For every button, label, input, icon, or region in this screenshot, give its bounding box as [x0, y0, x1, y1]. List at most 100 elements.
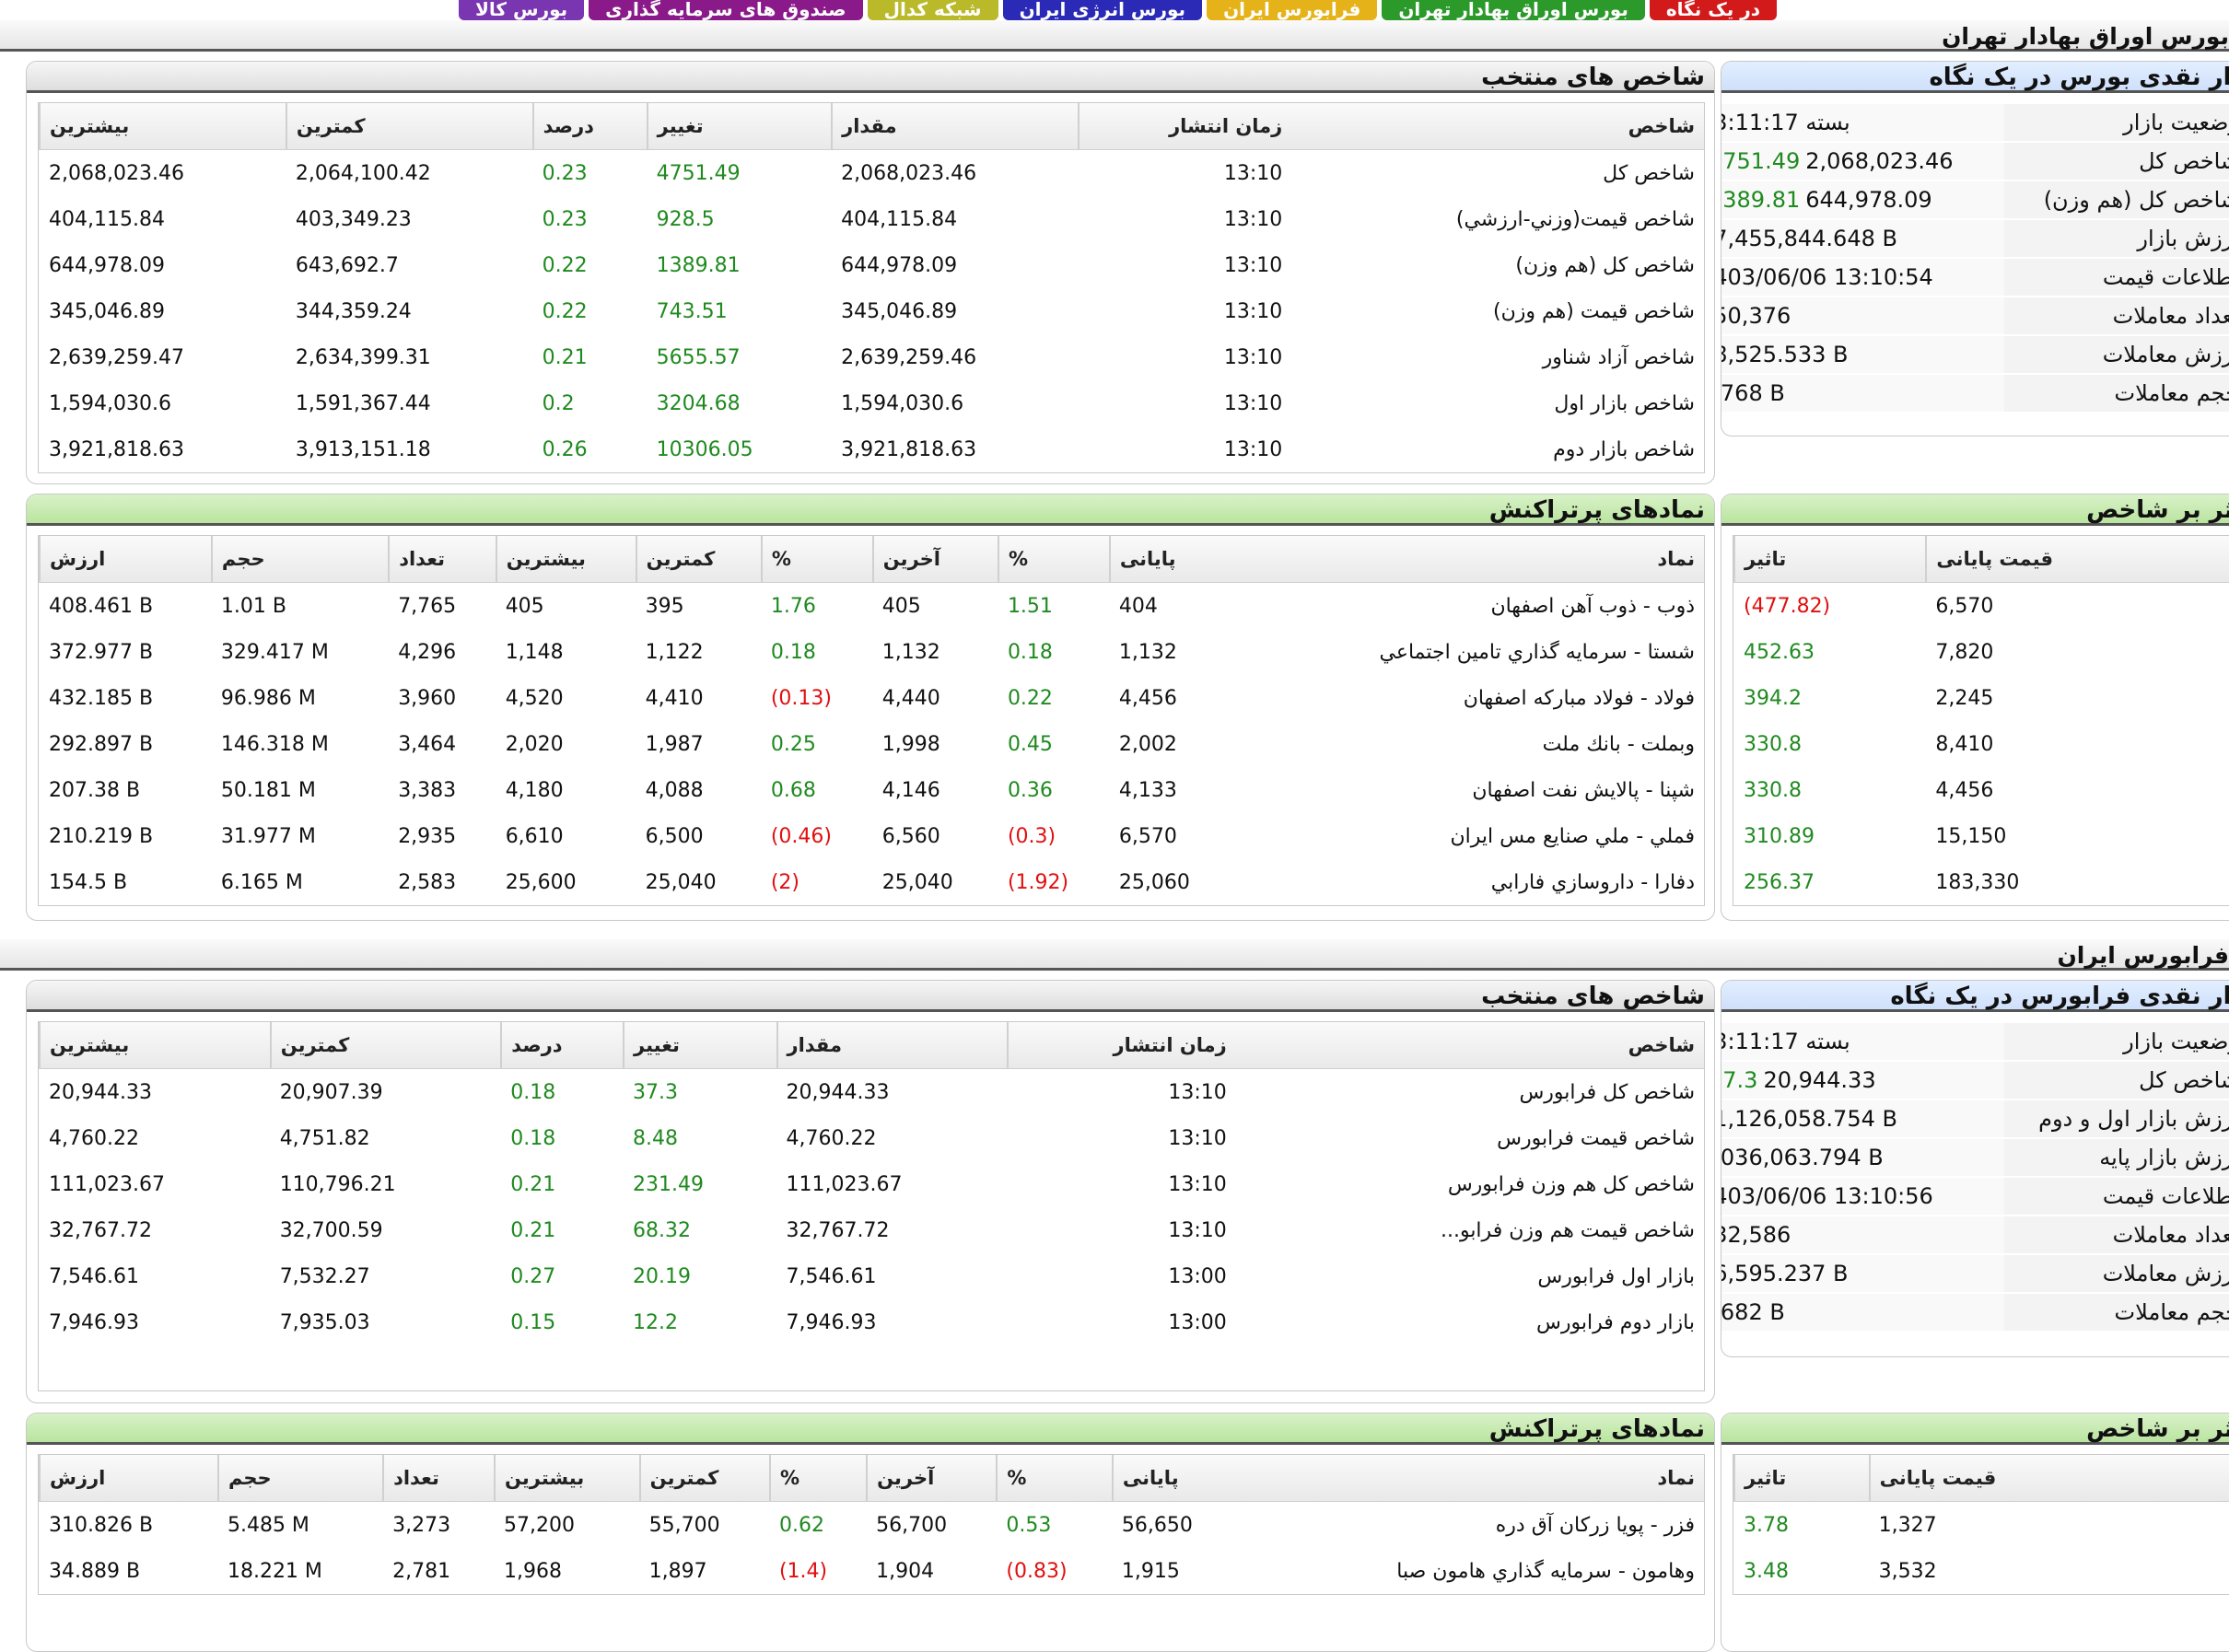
glance-change: 4751.49	[1721, 148, 1801, 174]
table-cell[interactable]: وصیکو	[2175, 721, 2229, 767]
table-cell[interactable]: وبملت - بانك ملت	[1235, 721, 1704, 767]
col-header[interactable]: آخرین	[871, 536, 998, 583]
ifb-indices-title: شاخص های منتخب	[1481, 983, 1705, 1010]
table-cell[interactable]: وبندر	[2175, 629, 2229, 675]
ifb-indices-panel: شاخص های منتخب شاخص زمان انتشار مقدار تغییر…	[26, 980, 1715, 1403]
col-header[interactable]: کمترین	[285, 103, 533, 150]
col-header[interactable]: بیشترین	[493, 1455, 640, 1502]
table-cell[interactable]: ذوب - ذوب آهن اصفهان	[1235, 583, 1704, 630]
tab-0[interactable]: در یک نگاه	[1649, 0, 1777, 20]
col-header[interactable]: پایانی	[1108, 536, 1236, 583]
tab-5[interactable]: صندوق های سرمایه گذاری	[589, 0, 863, 20]
col-header[interactable]: بیشترین	[39, 103, 286, 150]
glance-value: 48,525.533 B	[1721, 336, 2004, 373]
col-header[interactable]: تعداد	[382, 1455, 495, 1502]
table-cell: 2,639,259.46	[841, 345, 977, 369]
col-header[interactable]: %	[768, 1455, 868, 1502]
table-cell[interactable]: شاخص كل فرابورس	[1236, 1069, 1704, 1116]
table-cell[interactable]: وصبا	[2158, 1548, 2229, 1594]
table-cell: 32,767.72	[786, 1218, 890, 1242]
tab-3[interactable]: بورس انرژی ایران	[1002, 0, 1203, 20]
col-header[interactable]: ارزش	[39, 1455, 218, 1502]
col-header[interactable]: قیمت پایانی	[1868, 1455, 2159, 1502]
glance-value: 4751.492,068,023.46	[1721, 143, 2004, 180]
col-header[interactable]: مقدار	[776, 1022, 1009, 1069]
col-header[interactable]: تغییر	[646, 103, 833, 150]
col-header[interactable]: بیشترین	[39, 1022, 271, 1069]
table-cell[interactable]: پاري	[2175, 859, 2229, 905]
table-cell[interactable]: شاخص قیمت فرابورس	[1236, 1115, 1704, 1161]
table-cell[interactable]: فملي	[2175, 583, 2229, 630]
table-cell: 1,998	[881, 732, 940, 756]
glance-label: اطلاعات قیمت	[2003, 1178, 2229, 1215]
col-header[interactable]: قیمت پایانی	[1925, 536, 2175, 583]
glance-value: 132,586	[1721, 1216, 2004, 1253]
glance-row: حجم معاملات 7.768 B	[1721, 375, 2229, 412]
table-cell[interactable]: شاخص قیمت هم وزن فرابو...	[1236, 1207, 1704, 1253]
col-header[interactable]: شاخص	[1235, 1022, 1704, 1069]
col-header[interactable]: کمترین	[269, 1022, 502, 1069]
table-cell[interactable]: شاخص آزاد شناور	[1291, 334, 1704, 380]
table-cell[interactable]: وهامون - سرمايه گذاري هامون صبا	[1243, 1548, 1704, 1594]
table-cell[interactable]: شپنا - پالايش نفت اصفهان	[1235, 767, 1704, 813]
table-cell[interactable]: فولاد - فولاد مباركه اصفهان	[1235, 675, 1704, 721]
table-cell[interactable]: شاخص قيمت(وزني-ارزشي)	[1291, 196, 1704, 242]
col-header[interactable]: نماد	[2174, 536, 2229, 583]
table-cell[interactable]: شستا - سرمايه گذاري تامين اجتماعي	[1235, 629, 1704, 675]
glance-row: حجم معاملات 2.682 B	[1721, 1294, 2229, 1331]
table-cell[interactable]: فزر - پويا زركان آق دره	[1243, 1502, 1704, 1549]
table-cell[interactable]: شاخص کل هم وزن فرابورس	[1236, 1161, 1704, 1207]
col-header[interactable]: درصد	[531, 103, 648, 150]
col-header[interactable]: تغییر	[623, 1022, 777, 1069]
col-header[interactable]: کمترین	[635, 536, 762, 583]
col-header[interactable]: نماد	[2158, 1455, 2229, 1502]
col-header[interactable]: درصد	[500, 1022, 624, 1069]
col-header[interactable]: حجم	[210, 536, 390, 583]
tab-4[interactable]: شبکه کدال	[867, 0, 998, 20]
tab-6[interactable]: بورس کالا	[459, 0, 585, 20]
col-header[interactable]: زمان انتشار	[1077, 103, 1292, 150]
col-header[interactable]: پایانی	[1111, 1455, 1243, 1502]
table-cell[interactable]: شاخص کل (هم وزن)	[1291, 242, 1704, 288]
table-cell[interactable]: شاخص بازار دوم	[1291, 426, 1704, 472]
col-header[interactable]: %	[997, 536, 1110, 583]
glance-row: ارزش بازار اول و دوم 11,126,058.754 B	[1721, 1100, 2229, 1137]
table-cell[interactable]: شاخص کل	[1291, 150, 1704, 197]
table-cell[interactable]: اپتران	[2175, 675, 2229, 721]
table-cell[interactable]: دفارا - داروسازي فارابي	[1235, 859, 1704, 905]
table-cell[interactable]: شاخص بازار اول	[1291, 380, 1704, 426]
table-cell: 0.18	[510, 1080, 556, 1104]
table-cell: 31.977 M	[220, 824, 316, 848]
tab-2[interactable]: فرابورس ایران	[1207, 0, 1378, 20]
col-header[interactable]: %	[760, 536, 873, 583]
col-header[interactable]: نماد	[1243, 1455, 1704, 1502]
table-cell[interactable]: شپیکو	[2175, 813, 2229, 859]
table-cell: 2,002	[1118, 732, 1177, 756]
col-header[interactable]: مقدار	[831, 103, 1079, 150]
table-cell: 20.19	[633, 1264, 691, 1288]
table-cell[interactable]: بازار دوم فرابورس	[1236, 1299, 1704, 1345]
glance-value-text: 250,376	[1721, 303, 1791, 329]
table-cell[interactable]: دماوند	[2158, 1502, 2229, 1549]
col-header[interactable]: تعداد	[388, 536, 496, 583]
glance-row: ارزش بازار 67,455,844.648 B	[1721, 220, 2229, 257]
col-header[interactable]: تاثیر	[1733, 536, 1927, 583]
col-header[interactable]: تاثیر	[1733, 1455, 1870, 1502]
table-cell[interactable]: فولاد	[2175, 767, 2229, 813]
table-cell: 1.76	[770, 594, 816, 618]
col-header[interactable]: حجم	[216, 1455, 384, 1502]
col-header[interactable]: زمان انتشار	[1007, 1022, 1236, 1069]
col-header[interactable]: بیشترین	[495, 536, 636, 583]
col-header[interactable]: کمترین	[638, 1455, 770, 1502]
col-header[interactable]: %	[996, 1455, 1113, 1502]
col-header[interactable]: شاخص	[1291, 103, 1704, 150]
col-header[interactable]: ارزش	[39, 536, 212, 583]
table-cell[interactable]: بازار اول فرابورس	[1236, 1253, 1704, 1299]
table-cell: 452.63	[1744, 640, 1815, 664]
tab-1[interactable]: بورس اوراق بهادار تهران	[1382, 0, 1645, 20]
table-cell: 0.23	[542, 161, 588, 185]
table-cell[interactable]: فملي - ملي صنايع مس ايران	[1235, 813, 1704, 859]
table-cell[interactable]: شاخص قیمت (هم وزن)	[1291, 288, 1704, 334]
col-header[interactable]: نماد	[1235, 536, 1704, 583]
col-header[interactable]: آخرین	[866, 1455, 998, 1502]
